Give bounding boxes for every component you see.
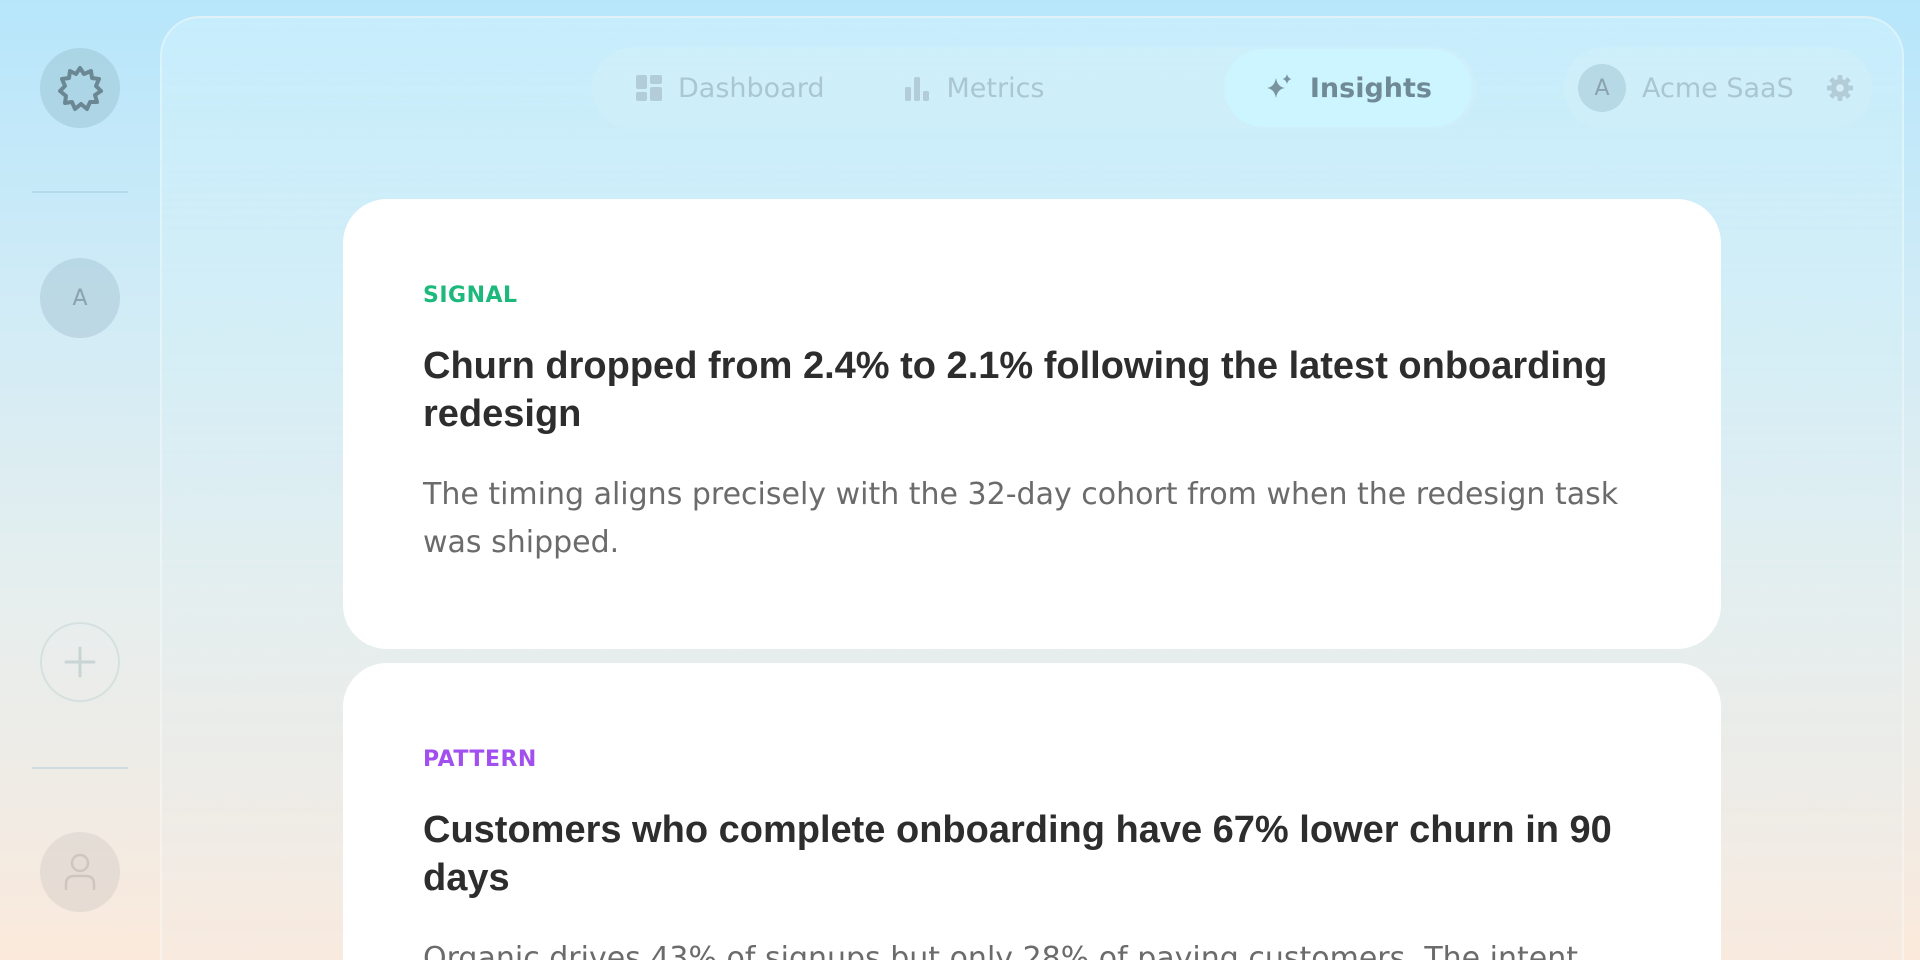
user-icon bbox=[64, 853, 96, 890]
insight-title: Churn dropped from 2.4% to 2.1% followin… bbox=[423, 345, 1608, 435]
insight-tag: SIGNAL bbox=[423, 283, 518, 308]
grid-icon bbox=[636, 75, 662, 101]
logo-icon bbox=[58, 66, 103, 111]
tab-insights-label: Insights bbox=[1309, 72, 1432, 104]
rail-divider bbox=[32, 191, 128, 193]
org-switcher[interactable]: A Acme SaaS bbox=[1564, 47, 1872, 129]
tab-metrics-label: Metrics bbox=[946, 72, 1045, 104]
workspace-avatar[interactable]: A bbox=[40, 258, 120, 338]
left-rail: A bbox=[0, 0, 160, 960]
rail-divider bbox=[32, 767, 128, 769]
insight-body: The timing aligns precisely with the 32-… bbox=[423, 477, 1619, 560]
workspace-avatar-initial: A bbox=[72, 285, 88, 311]
bar-chart-icon bbox=[905, 77, 930, 101]
org-avatar: A bbox=[1578, 64, 1626, 112]
tab-dashboard-label: Dashboard bbox=[678, 72, 825, 104]
add-button[interactable] bbox=[40, 622, 120, 702]
tab-insights[interactable]: Insights bbox=[1223, 49, 1472, 127]
insight-tag: PATTERN bbox=[423, 747, 537, 772]
tab-metrics[interactable]: Metrics bbox=[864, 49, 1084, 127]
org-avatar-initial: A bbox=[1594, 75, 1610, 101]
profile-button[interactable] bbox=[40, 832, 120, 912]
gear-icon[interactable] bbox=[1826, 74, 1854, 102]
plus-icon bbox=[64, 646, 96, 678]
sparkle-icon bbox=[1266, 74, 1292, 98]
logo-button[interactable] bbox=[40, 48, 120, 128]
insight-card[interactable]: PATTERN Customers who complete onboardin… bbox=[343, 663, 1721, 960]
org-name: Acme SaaS bbox=[1642, 72, 1794, 104]
insight-body: Organic drives 43% of signups but only 2… bbox=[423, 941, 1578, 960]
insight-card[interactable]: SIGNAL Churn dropped from 2.4% to 2.1% f… bbox=[343, 199, 1721, 649]
app-window: A Dashboard Metrics Insights A Acme SaaS… bbox=[0, 0, 1920, 960]
insight-title: Customers who complete onboarding have 6… bbox=[423, 809, 1612, 899]
top-nav: Dashboard Metrics Insights bbox=[592, 47, 1476, 129]
tab-dashboard[interactable]: Dashboard bbox=[596, 49, 864, 127]
